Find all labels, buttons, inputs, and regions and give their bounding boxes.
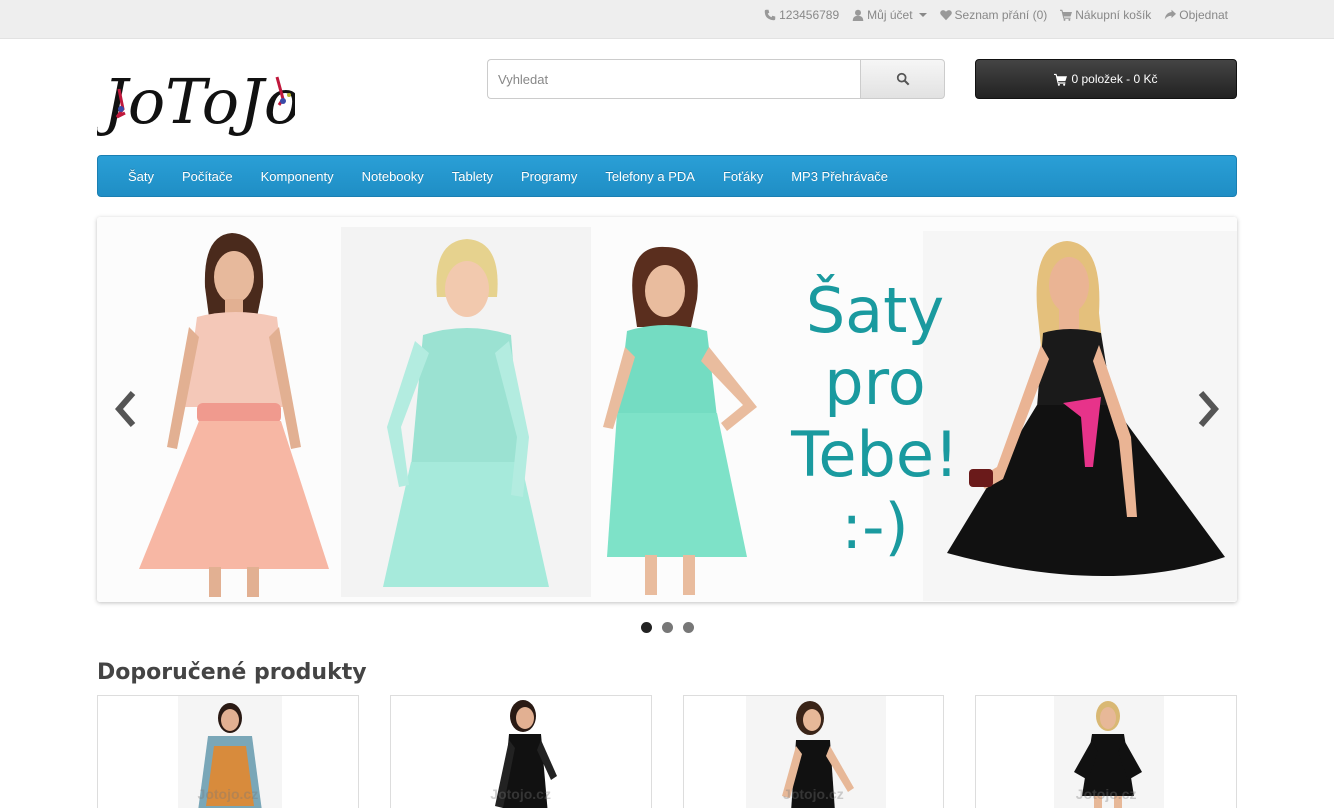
search-bar [487,59,945,99]
wishlist-label: Seznam přání (0) [954,8,1048,22]
search-button[interactable] [860,59,945,99]
user-icon [852,9,864,21]
search-input[interactable] [487,59,860,99]
banner-image [97,217,1237,602]
product-card[interactable]: Jotojo.cz [389,695,652,808]
top-links: 123456789 Můj účet Seznam přání (0) Náku… [764,8,1228,22]
phone-link[interactable]: 123456789 [764,8,839,22]
featured-products: Jotojo.cz Jotojo.cz Jotojo.cz Jotojo.cz [97,695,1237,808]
slogan-line: pro [824,346,926,419]
phone-label: 123456789 [779,8,840,22]
account-dropdown[interactable]: Můj účet [852,8,927,22]
slide-dot-2[interactable] [662,622,673,633]
heart-icon [939,10,952,21]
slogan-line: Tebe! [791,418,959,491]
cart-icon [1054,73,1068,86]
site-logo[interactable]: JoToJo [92,59,301,141]
account-label: Můj účet [867,8,913,22]
cart-button[interactable]: 0 položek - 0 Kč [975,59,1237,99]
menu-item-telefony[interactable]: Telefony a PDA [591,169,709,184]
caret-down-icon [918,13,927,17]
menu-item-komponenty[interactable]: Komponenty [247,169,348,184]
slide-dot-3[interactable] [683,622,694,633]
menu-item-tablety[interactable]: Tablety [438,169,507,184]
menu-item-notebooky[interactable]: Notebooky [348,169,438,184]
product-watermark: Jotojo.cz [1075,786,1137,802]
wishlist-link[interactable]: Seznam přání (0) [939,8,1048,22]
menu-item-saty[interactable]: Šaty [114,169,168,184]
featured-title: Doporučené produkty [97,660,367,685]
product-card[interactable]: Jotojo.cz [682,695,945,808]
slide-dot-1[interactable] [641,622,652,633]
menu-item-pocitace[interactable]: Počítače [168,169,247,184]
checkout-link[interactable]: Objednat [1164,8,1228,22]
menu-item-programy[interactable]: Programy [507,169,591,184]
category-menu: Šaty Počítače Komponenty Notebooky Table… [97,155,1237,197]
product-watermark: Jotojo.cz [490,786,551,802]
cart-icon [1060,9,1073,21]
logo-text: JoToJo [97,65,295,138]
banner-slogan: Šaty pro Tebe! :-) [775,275,975,563]
menu-item-mp3[interactable]: MP3 Přehrávače [777,169,902,184]
product-card[interactable]: Jotojo.cz [97,695,359,808]
chevron-right-icon[interactable] [1193,389,1223,429]
product-watermark: Jotojo.cz [197,786,259,802]
top-bar: 123456789 Můj účet Seznam přání (0) Náku… [0,0,1334,39]
cart-link[interactable]: Nákupní košík [1060,8,1151,22]
checkout-label: Objednat [1179,8,1228,22]
product-watermark: Jotojo.cz [783,786,844,802]
product-card[interactable]: Jotojo.cz [975,695,1237,808]
chevron-left-icon[interactable] [111,389,141,429]
slogan-line: Šaty [805,274,945,347]
slogan-line: :-) [841,490,909,563]
slideshow-pagination [641,622,694,633]
share-arrow-icon [1165,9,1177,20]
slideshow-banner[interactable]: Šaty pro Tebe! :-) [97,217,1237,602]
cart-label: Nákupní košík [1075,8,1152,22]
cart-button-label: 0 položek - 0 Kč [1071,72,1158,86]
phone-icon [764,9,776,21]
search-icon [896,72,909,86]
logo-image: JoToJo [92,65,301,138]
menu-item-fotaky[interactable]: Foťáky [709,169,777,184]
